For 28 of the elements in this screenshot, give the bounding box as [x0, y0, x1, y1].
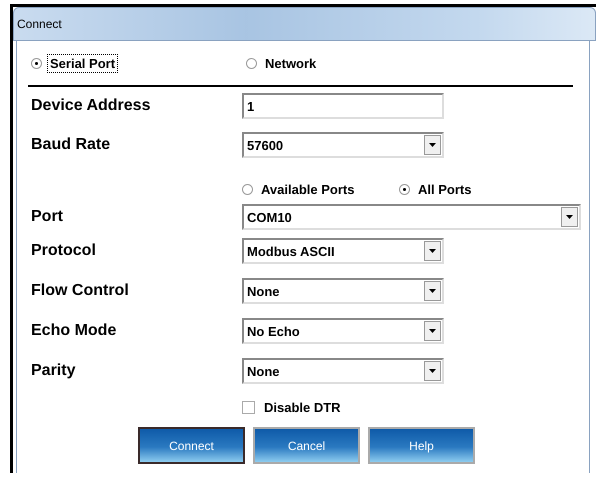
checkbox-label[interactable]: Disable DTR	[261, 398, 344, 416]
input-field[interactable]: 1	[242, 93, 444, 119]
dropdown[interactable]: COM10	[242, 204, 581, 230]
field-label: Device Address	[31, 97, 152, 115]
dropdown[interactable]: 57600	[242, 132, 444, 158]
field-label: Port	[31, 208, 64, 226]
dialog-button[interactable]: Help	[368, 427, 475, 464]
radio-button[interactable]	[399, 184, 410, 195]
dropdown[interactable]: Modbus ASCII	[242, 238, 444, 264]
field-label: Flow Control	[31, 282, 130, 300]
radio-label[interactable]: Serial Port	[47, 54, 118, 72]
dialog-button[interactable]: Connect	[138, 427, 245, 464]
dropdown[interactable]: None	[242, 358, 444, 384]
field-label: Protocol	[31, 242, 97, 260]
dropdown[interactable]: None	[242, 278, 444, 304]
radio-label[interactable]: All Ports	[415, 180, 474, 199]
radio-button[interactable]	[246, 58, 257, 68]
radio-button[interactable]	[31, 58, 42, 68]
field-label: Baud Rate	[31, 136, 112, 154]
radio-label[interactable]: Network	[262, 54, 320, 72]
window-title: Connect	[17, 17, 62, 31]
field-label: Echo Mode	[31, 322, 118, 340]
radio-button[interactable]	[242, 184, 253, 195]
radio-label[interactable]: Available Ports	[258, 180, 358, 199]
dropdown[interactable]: No Echo	[242, 318, 444, 344]
dialog-button[interactable]: Cancel	[253, 427, 360, 464]
checkbox[interactable]	[242, 400, 255, 414]
field-label: Parity	[31, 362, 76, 380]
